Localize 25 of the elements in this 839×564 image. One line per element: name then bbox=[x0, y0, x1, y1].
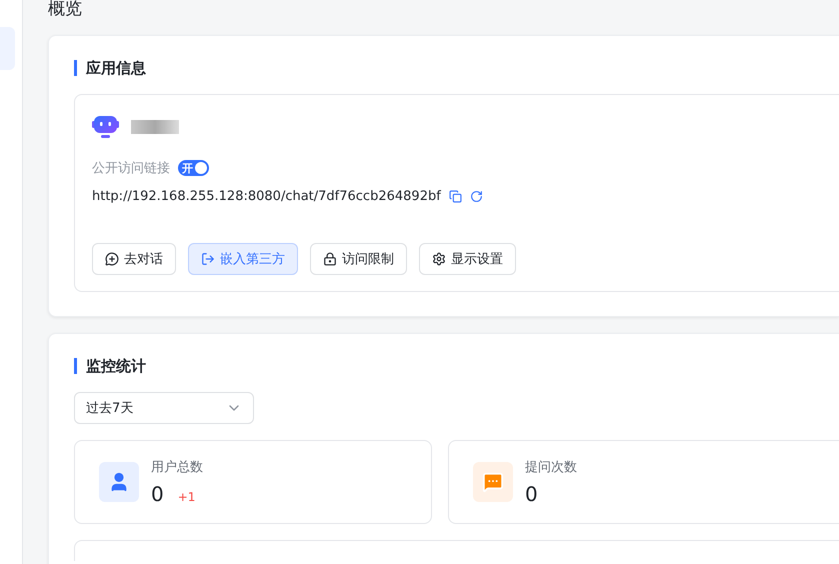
stat-label: 提问次数 bbox=[525, 459, 577, 476]
robot-icon bbox=[92, 115, 119, 139]
message-icon bbox=[473, 462, 513, 502]
user-icon bbox=[99, 462, 139, 502]
date-range-select[interactable]: 过去7天 bbox=[74, 392, 254, 424]
refresh-icon[interactable] bbox=[470, 190, 483, 203]
stat-delta: +1 bbox=[178, 490, 196, 504]
page-title: 概览 bbox=[48, 0, 83, 21]
action-button[interactable]: 去对话 bbox=[92, 243, 176, 275]
stat-label: 用户总数 bbox=[151, 459, 203, 476]
access-url: http://192.168.255.128:8080/chat/7df76ccb264892bf bbox=[92, 189, 441, 204]
copy-icon[interactable] bbox=[448, 190, 462, 203]
section-title: 应用信息 bbox=[74, 60, 839, 76]
public-link-label: 公开访问链接 bbox=[92, 160, 170, 177]
action-button[interactable]: 访问限制 bbox=[310, 243, 407, 275]
lock-icon bbox=[323, 252, 337, 266]
chat-plus-icon bbox=[105, 252, 119, 266]
action-button[interactable]: 嵌入第三方 bbox=[188, 243, 298, 275]
settings-icon bbox=[432, 252, 446, 266]
blurred-name-placeholder bbox=[131, 120, 179, 134]
stat-value: 0 bbox=[151, 482, 164, 506]
toggle-switch[interactable]: 开 bbox=[178, 160, 209, 176]
section-title: 监控统计 bbox=[74, 358, 839, 374]
action-button[interactable]: 显示设置 bbox=[419, 243, 516, 275]
stat-value: 0 bbox=[525, 482, 538, 506]
